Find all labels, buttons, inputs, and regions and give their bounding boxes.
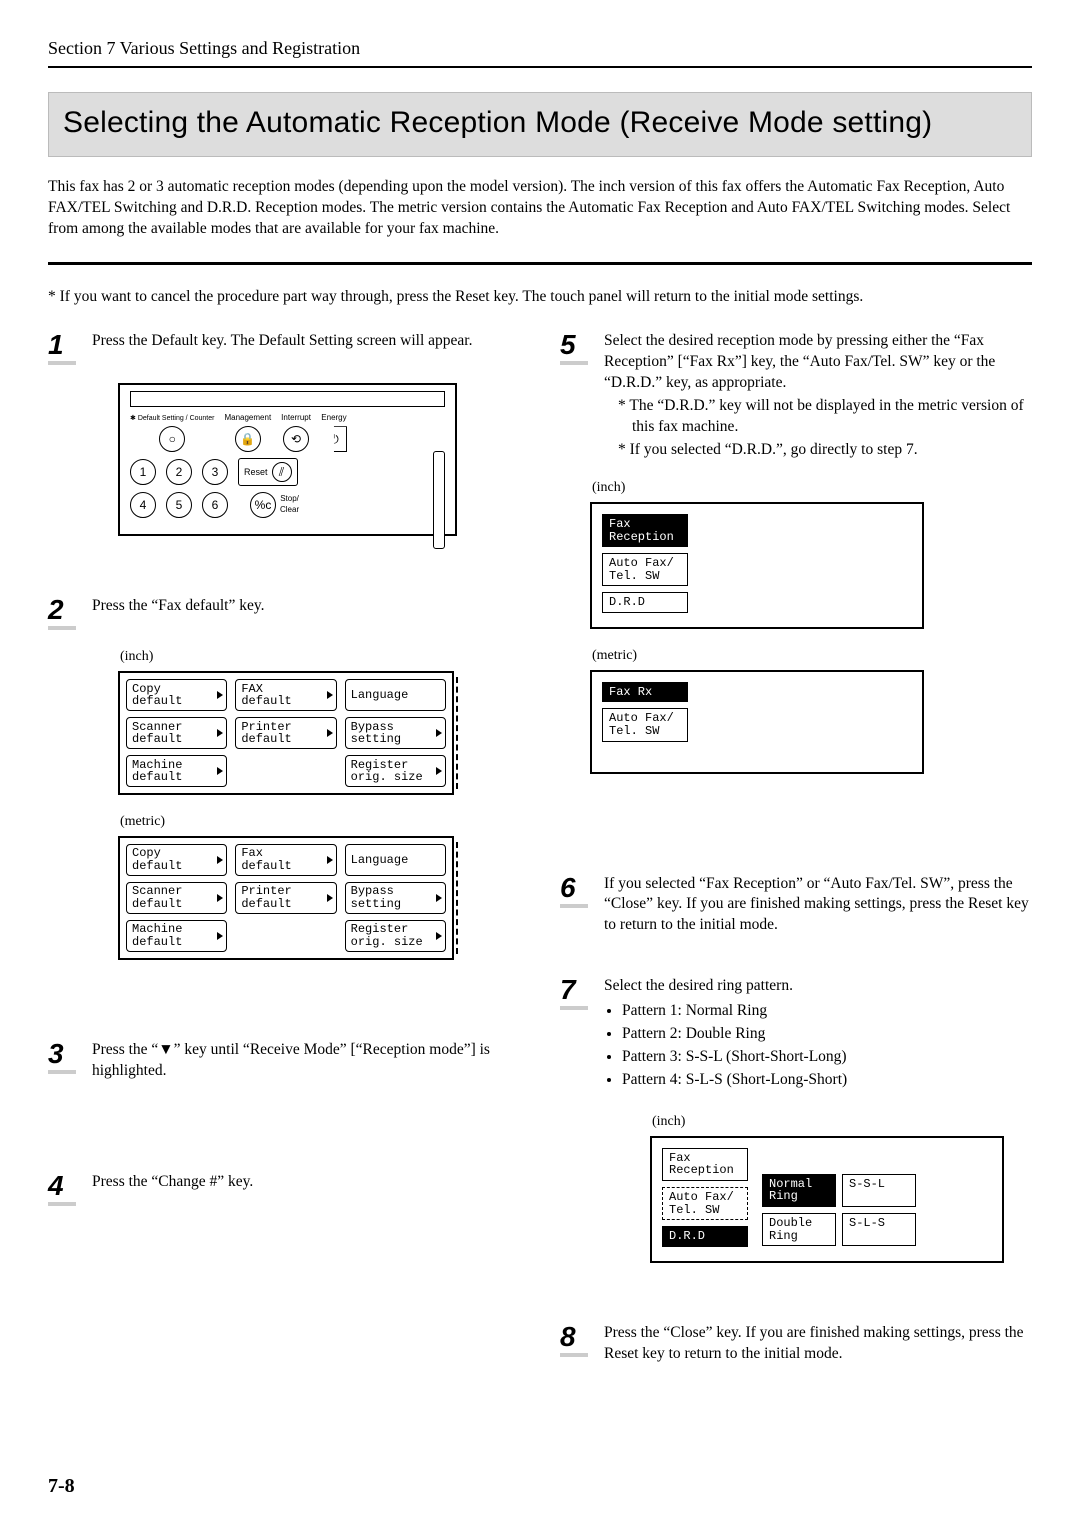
- side-button[interactable]: [433, 451, 445, 549]
- step-8: 8 Press the “Close” key. If you are fini…: [560, 1323, 1032, 1365]
- caption-inch: (inch): [652, 1113, 1032, 1132]
- label-management: Management: [224, 413, 271, 424]
- fax-reception-button[interactable]: Fax Reception: [602, 514, 688, 547]
- step-3: 3 Press the “▼” key until “Receive Mode”…: [48, 1040, 520, 1082]
- figure-fax-default-inch: (inch) Copy default FAX default Language…: [118, 648, 520, 960]
- normal-ring-button[interactable]: Normal Ring: [762, 1174, 836, 1207]
- caption-inch: (inch): [592, 479, 1032, 498]
- step-number: 4: [48, 1172, 78, 1206]
- drd-button[interactable]: D.R.D: [662, 1226, 748, 1247]
- step-text: Press the “Close” key. If you are finish…: [604, 1323, 1032, 1365]
- step-text: Press the “▼” key until “Receive Mode” […: [92, 1040, 520, 1082]
- figure-control-panel: ✱ Default Setting / Counter ○ Management…: [118, 383, 520, 536]
- step-text: If you selected “Fax Reception” or “Auto…: [604, 874, 1032, 937]
- printer-default-button[interactable]: Printer default: [235, 717, 336, 749]
- numkey-6[interactable]: 6: [202, 492, 228, 518]
- caption-metric: (metric): [592, 647, 1032, 666]
- step5-notes: * The “D.R.D.” key will not be displayed…: [618, 396, 1032, 461]
- caption-inch: (inch): [120, 648, 520, 667]
- fax-default-button[interactable]: Fax default: [235, 844, 336, 876]
- step-text: Select the desired ring pattern.: [604, 977, 793, 994]
- divider: [48, 262, 1032, 265]
- reset-key[interactable]: Reset ⫽: [238, 458, 298, 486]
- register-orig-size-button[interactable]: Register orig. size: [345, 755, 446, 787]
- language-button[interactable]: Language: [345, 844, 446, 876]
- copy-default-button[interactable]: Copy default: [126, 844, 227, 876]
- step-5: 5 Select the desired reception mode by p…: [560, 331, 1032, 461]
- step-text: Press the “Change #” key.: [92, 1172, 520, 1193]
- bypass-setting-button[interactable]: Bypass setting: [345, 882, 446, 914]
- ring-pattern-list: Pattern 1: Normal Ring Pattern 2: Double…: [622, 1001, 1032, 1091]
- step-2: 2 Press the “Fax default” key.: [48, 596, 520, 630]
- auto-fax-tel-sw-button[interactable]: Auto Fax/ Tel. SW: [602, 708, 688, 741]
- step-number: 8: [560, 1323, 590, 1357]
- step-text: Press the Default key. The Default Setti…: [92, 331, 520, 352]
- percent-key[interactable]: %c: [250, 492, 276, 518]
- step-text: Select the desired reception mode by pre…: [604, 332, 995, 391]
- step-number: 1: [48, 331, 78, 365]
- label-stop-clear: Stop/ Clear: [280, 494, 299, 516]
- management-key[interactable]: 🔒: [235, 426, 261, 452]
- step-number: 2: [48, 596, 78, 630]
- step-6: 6 If you selected “Fax Reception” or “Au…: [560, 874, 1032, 937]
- left-column: 1 Press the Default key. The Default Set…: [48, 331, 520, 1382]
- step-4: 4 Press the “Change #” key.: [48, 1172, 520, 1206]
- cancel-note: * If you want to cancel the procedure pa…: [48, 287, 1032, 308]
- label-interrupt: Interrupt: [281, 413, 311, 424]
- step-7: 7 Select the desired ring pattern. Patte…: [560, 976, 1032, 1095]
- step-number: 7: [560, 976, 590, 1010]
- register-orig-size-button[interactable]: Register orig. size: [345, 920, 446, 952]
- step-1: 1 Press the Default key. The Default Set…: [48, 331, 520, 365]
- page-title: Selecting the Automatic Reception Mode (…: [48, 92, 1032, 157]
- fax-reception-button[interactable]: Fax Reception: [662, 1148, 748, 1181]
- page-number: 7-8: [48, 1473, 75, 1500]
- copy-default-button[interactable]: Copy default: [126, 679, 227, 711]
- step-number: 5: [560, 331, 590, 365]
- sls-button[interactable]: S-L-S: [842, 1213, 916, 1246]
- section-header: Section 7 Various Settings and Registrat…: [48, 36, 1032, 68]
- bypass-setting-button[interactable]: Bypass setting: [345, 717, 446, 749]
- auto-fax-tel-sw-button[interactable]: Auto Fax/ Tel. SW: [602, 553, 688, 586]
- machine-default-button[interactable]: Machine default: [126, 755, 227, 787]
- step-number: 3: [48, 1040, 78, 1074]
- fax-default-button[interactable]: FAX default: [235, 679, 336, 711]
- fax-rx-button[interactable]: Fax Rx: [602, 682, 688, 703]
- language-button[interactable]: Language: [345, 679, 446, 711]
- numkey-2[interactable]: 2: [166, 459, 192, 485]
- numkey-3[interactable]: 3: [202, 459, 228, 485]
- right-column: 5 Select the desired reception mode by p…: [560, 331, 1032, 1382]
- label-energy: Energy: [321, 413, 346, 424]
- caption-metric: (metric): [120, 813, 520, 832]
- double-ring-button[interactable]: Double Ring: [762, 1213, 836, 1246]
- default-setting-key[interactable]: ○: [159, 426, 185, 452]
- numkey-5[interactable]: 5: [166, 492, 192, 518]
- drd-button[interactable]: D.R.D: [602, 592, 688, 613]
- energy-key[interactable]: ⏻: [321, 426, 347, 452]
- ssl-button[interactable]: S-S-L: [842, 1174, 916, 1207]
- auto-fax-tel-sw-button[interactable]: Auto Fax/ Tel. SW: [662, 1187, 748, 1220]
- interrupt-key[interactable]: ⟲: [283, 426, 309, 452]
- numkey-1[interactable]: 1: [130, 459, 156, 485]
- figure-ring-pattern: (inch) Fax Reception Auto Fax/ Tel. SW D…: [650, 1113, 1032, 1263]
- lcd-screen: [130, 391, 445, 407]
- machine-default-button[interactable]: Machine default: [126, 920, 227, 952]
- printer-default-button[interactable]: Printer default: [235, 882, 336, 914]
- scanner-default-button[interactable]: Scanner default: [126, 882, 227, 914]
- scanner-default-button[interactable]: Scanner default: [126, 717, 227, 749]
- step-text: Press the “Fax default” key.: [92, 596, 520, 617]
- numkey-4[interactable]: 4: [130, 492, 156, 518]
- label-default-setting: ✱ Default Setting / Counter: [130, 414, 214, 423]
- intro-paragraph: This fax has 2 or 3 automatic reception …: [48, 177, 1032, 240]
- figure-reception-inch: (inch) Fax Reception Auto Fax/ Tel. SW D…: [590, 479, 1032, 774]
- step-number: 6: [560, 874, 590, 908]
